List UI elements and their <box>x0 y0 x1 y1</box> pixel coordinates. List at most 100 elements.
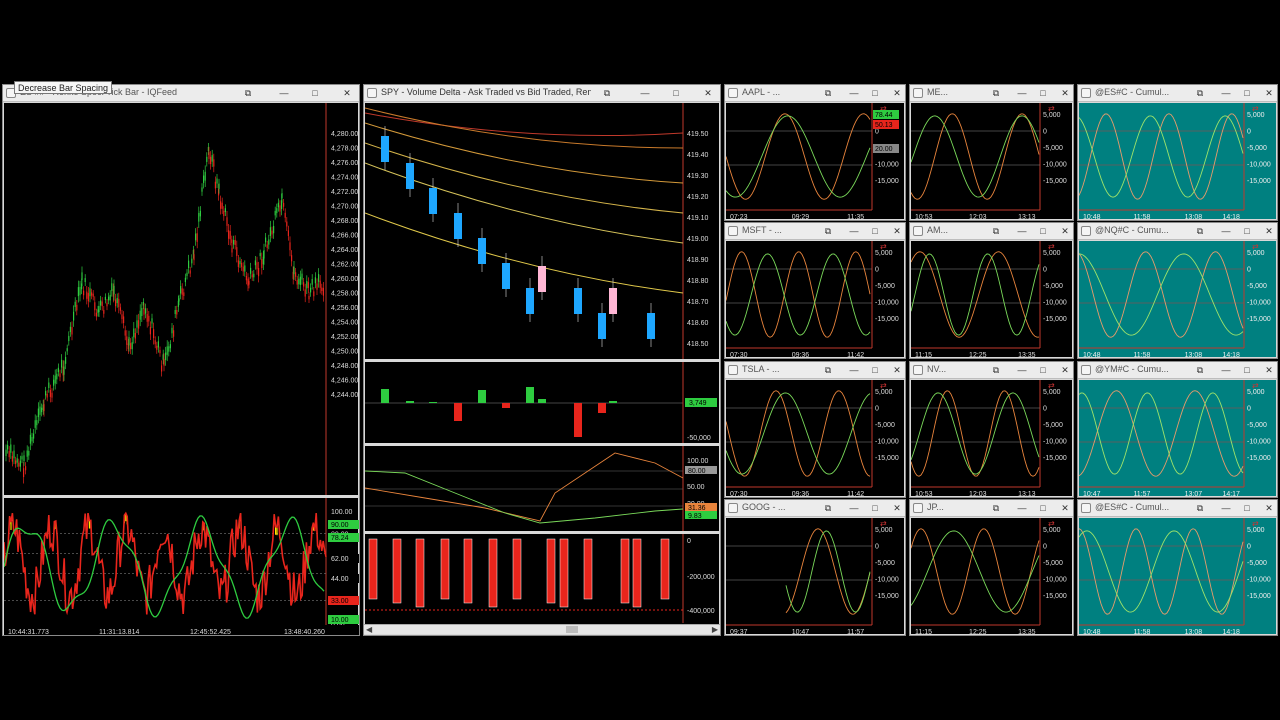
scroll-left-icon[interactable]: ◀ <box>366 625 372 634</box>
title-bar[interactable]: @ES#C - Cumul... ⧉ — □ ✕ <box>1078 500 1277 517</box>
maximize-button[interactable]: □ <box>1242 226 1252 236</box>
spy-chart-window[interactable]: SPY - Volume Delta - Ask Traded vs Bid T… <box>363 84 721 636</box>
popout-icon[interactable]: ⧉ <box>823 226 833 236</box>
minimize-button[interactable]: — <box>279 88 289 98</box>
mini-cumulative-chart[interactable]: 5,000 0 -5,000 -10,000 -15,000 ⇄ 11:15 12:25 13:… <box>910 518 1074 636</box>
minimize-button[interactable]: — <box>1017 226 1027 236</box>
chart-body[interactable]: 5,000 0 -5,000 -10,000 -15,000 ⇄ 10:53 12:03 13:… <box>910 103 1074 221</box>
chart-body[interactable]: 5,000 0 -5,000 -10,000 -15,000 ⇄ 07:30 09:36 11:… <box>725 380 906 498</box>
mini-cumulative-chart[interactable]: 5,000 0 -5,000 -10,000 -15,000 ⇄ 10:53 12:03 13:… <box>910 380 1074 498</box>
title-bar[interactable]: AM... ⧉ — □ ✕ <box>910 223 1073 240</box>
title-bar[interactable]: NV... ⧉ — □ ✕ <box>910 362 1073 379</box>
mini-chart-window[interactable]: @YM#C - Cumu... ⧉ — □ ✕ 5,000 0 -5,000 -10,000 -1… <box>1077 361 1278 498</box>
chart-body[interactable]: 5,000 0 -5,000 -10,000 -15,000 ⇄ 10:53 12:03 13:… <box>910 380 1074 498</box>
close-button[interactable]: ✕ <box>1264 226 1274 236</box>
minimize-button[interactable]: — <box>1221 503 1231 513</box>
minimize-button[interactable]: — <box>1221 88 1231 98</box>
title-bar[interactable]: GOOG - ... ⧉ — □ ✕ <box>725 500 905 517</box>
title-bar[interactable]: @YM#C - Cumu... ⧉ — □ ✕ <box>1078 362 1277 379</box>
mini-chart-window[interactable]: NV... ⧉ — □ ✕ 5,000 0 -5,000 -10,000 -15,000 ⇄ 10:5… <box>909 361 1074 498</box>
title-bar[interactable]: SPY - Volume Delta - Ask Traded vs Bid T… <box>364 85 720 102</box>
chart-body[interactable]: 5,000 0 -5,000 -10,000 -15,000 ⇄ 09:37 10:47 11:… <box>726 518 906 636</box>
minimize-button[interactable]: — <box>640 88 650 98</box>
close-button[interactable]: ✕ <box>1264 503 1274 513</box>
close-button[interactable]: ✕ <box>703 88 713 98</box>
maximize-button[interactable]: □ <box>870 226 880 236</box>
close-button[interactable]: ✕ <box>1060 365 1070 375</box>
mini-cumulative-chart[interactable]: 5,000 0 -5,000 -10,000 -15,000 ⇄ 07:30 09:36 11:… <box>725 380 906 498</box>
popout-icon[interactable]: ⧉ <box>1195 226 1205 236</box>
maximize-button[interactable]: □ <box>1242 503 1252 513</box>
close-button[interactable]: ✕ <box>892 503 902 513</box>
minimize-button[interactable]: — <box>1017 365 1027 375</box>
chart-body[interactable]: 4,280.00 4,278.00 4,276.00 4,274.00 4,272.00… <box>4 103 359 635</box>
mini-cumulative-chart[interactable]: 5,000 0 -5,000 -10,000 -15,000 ⇄ 09:37 10:47 11:… <box>726 518 906 636</box>
chart-body[interactable]: 5,000 0 -5,000 -10,000 -15,000 ⇄ 11:15 12:25 13:… <box>910 518 1074 636</box>
title-bar[interactable]: JP... ⧉ — □ ✕ <box>910 500 1073 517</box>
title-bar[interactable]: @NQ#C - Cumu... ⧉ — □ ✕ <box>1078 223 1277 240</box>
maximize-button[interactable]: □ <box>870 503 880 513</box>
popout-icon[interactable]: ⧉ <box>823 365 833 375</box>
maximize-button[interactable]: □ <box>870 365 880 375</box>
maximize-button[interactable]: □ <box>1242 365 1252 375</box>
mini-cumulative-chart[interactable]: 5,0000-5,000-10,000-15,000⇄78.4450.1320.… <box>725 103 906 221</box>
maximize-button[interactable]: □ <box>1038 226 1048 236</box>
chart-body[interactable]: 5,0000-5,000-10,000-15,000⇄78.4450.1320.… <box>725 103 906 221</box>
chart-body[interactable]: 5,000 0 -5,000 -10,000 -15,000 ⇄ 10:48 11:58 13:… <box>1078 103 1276 220</box>
close-button[interactable]: ✕ <box>892 365 902 375</box>
chart-body[interactable]: 5,000 0 -5,000 -10,000 -15,000 ⇄ 10:47 11:57 13:… <box>1078 380 1278 498</box>
close-button[interactable]: ✕ <box>1060 503 1070 513</box>
minimize-button[interactable]: — <box>1221 226 1231 236</box>
mini-chart-window[interactable]: GOOG - ... ⧉ — □ ✕ 5,000 0 -5,000 -10,000 -15,000… <box>724 499 906 636</box>
mini-cumulative-chart[interactable]: 5,000 0 -5,000 -10,000 -15,000 ⇄ 10:53 12:03 13:… <box>910 103 1074 221</box>
maximize-button[interactable]: □ <box>310 88 320 98</box>
maximize-button[interactable]: □ <box>1038 88 1048 98</box>
popout-icon[interactable]: ⧉ <box>243 88 253 98</box>
mini-chart-window[interactable]: ME... ⧉ — □ ✕ 5,000 0 -5,000 -10,000 -15,000 ⇄ 10:5… <box>909 84 1074 221</box>
title-bar[interactable]: @ES#C - Cumul... ⧉ — □ ✕ <box>1078 85 1277 102</box>
chart-body[interactable]: 5,000 0 -5,000 -10,000 -15,000 ⇄ 07:30 09:36 11:… <box>725 241 906 359</box>
mini-chart-window[interactable]: JP... ⧉ — □ ✕ 5,000 0 -5,000 -10,000 -15,000 ⇄ 11:1… <box>909 499 1074 636</box>
mini-chart-window[interactable]: TSLA - ... ⧉ — □ ✕ 5,000 0 -5,000 -10,000 -15,000… <box>724 361 906 498</box>
chart-body[interactable]: 5,000 0 -5,000 -10,000 -15,000 ⇄ 10:48 11:58 13:… <box>1078 518 1278 636</box>
title-bar[interactable]: MSFT - ... ⧉ — □ ✕ <box>725 223 905 240</box>
mini-cumulative-chart[interactable]: 5,000 0 -5,000 -10,000 -15,000 ⇄ 10:48 11:58 13:… <box>1078 518 1278 636</box>
close-button[interactable]: ✕ <box>892 88 902 98</box>
minimize-button[interactable]: — <box>849 365 859 375</box>
minimize-button[interactable]: — <box>849 503 859 513</box>
maximize-button[interactable]: □ <box>671 88 681 98</box>
maximize-button[interactable]: □ <box>1038 503 1048 513</box>
popout-icon[interactable]: ⧉ <box>823 503 833 513</box>
popout-icon[interactable]: ⧉ <box>991 226 1001 236</box>
close-button[interactable]: ✕ <box>1264 365 1274 375</box>
mini-chart-window[interactable]: AAPL - ...⧉—□✕5,0000-5,000-10,000-15,000… <box>724 84 906 221</box>
popout-icon[interactable]: ⧉ <box>1195 88 1205 98</box>
mini-cumulative-chart[interactable]: 5,000 0 -5,000 -10,000 -15,000 ⇄ 07:30 09:36 11:… <box>725 241 906 359</box>
minimize-button[interactable]: — <box>1017 88 1027 98</box>
spy-volume-delta-chart[interactable]: 419.50 419.40 419.30 419.20 419.10 419.00 418.… <box>365 103 721 636</box>
popout-icon[interactable]: ⧉ <box>823 88 833 98</box>
close-button[interactable]: ✕ <box>892 226 902 236</box>
mini-chart-window[interactable]: @NQ#C - Cumu... ⧉ — □ ✕ 5,000 0 -5,000 -10,000 -1… <box>1077 222 1278 359</box>
scroll-right-icon[interactable]: ▶ <box>712 625 718 634</box>
close-button[interactable]: ✕ <box>1060 226 1070 236</box>
popout-icon[interactable]: ⧉ <box>602 88 612 98</box>
maximize-button[interactable]: □ <box>1038 365 1048 375</box>
minimize-button[interactable]: — <box>1221 365 1231 375</box>
minimize-button[interactable]: — <box>849 226 859 236</box>
es-chart-window[interactable]: ES ## - Renko Spec. Tick Bar - IQFeed ⧉ … <box>2 84 360 636</box>
popout-icon[interactable]: ⧉ <box>991 503 1001 513</box>
title-bar[interactable]: TSLA - ... ⧉ — □ ✕ <box>725 362 905 379</box>
mini-chart-window[interactable]: @ES#C - Cumul... ⧉ — □ ✕ 5,000 0 -5,000 -10,000 -… <box>1077 84 1278 221</box>
mini-cumulative-chart[interactable]: 5,000 0 -5,000 -10,000 -15,000 ⇄ 11:15 12:25 13:… <box>910 241 1074 359</box>
mini-cumulative-chart[interactable]: 5,000 0 -5,000 -10,000 -15,000 ⇄ 10:47 11:57 13:… <box>1078 380 1278 498</box>
close-button[interactable]: ✕ <box>1060 88 1070 98</box>
close-button[interactable]: ✕ <box>342 88 352 98</box>
chart-body[interactable]: 5,000 0 -5,000 -10,000 -15,000 ⇄ 10:48 11:58 13:… <box>1078 241 1276 358</box>
maximize-button[interactable]: □ <box>870 88 880 98</box>
popout-icon[interactable]: ⧉ <box>991 365 1001 375</box>
minimize-button[interactable]: — <box>1017 503 1027 513</box>
chart-body[interactable]: 419.50 419.40 419.30 419.20 419.10 419.00 418.… <box>365 103 721 636</box>
mini-chart-window[interactable]: @ES#C - Cumul... ⧉ — □ ✕ 5,000 0 -5,000 -10,000 -… <box>1077 499 1278 636</box>
mini-chart-window[interactable]: MSFT - ... ⧉ — □ ✕ 5,000 0 -5,000 -10,000 -15,000… <box>724 222 906 359</box>
